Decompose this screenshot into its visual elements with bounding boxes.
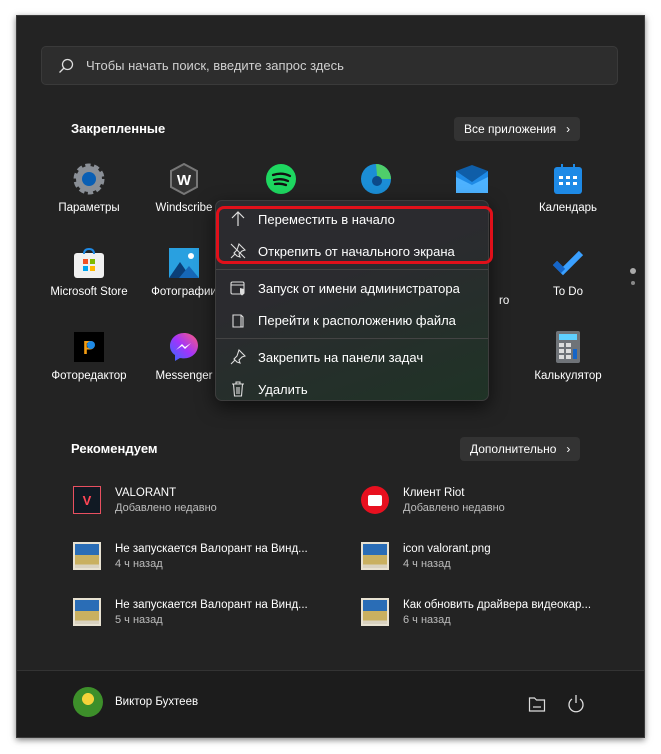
item-time: 4 ч назад [115,557,163,570]
admin-shield-icon [230,281,245,296]
menu-divider [216,269,488,270]
trash-icon [232,381,244,397]
search-input[interactable]: Чтобы начать поиск, введите запрос здесь [41,46,618,85]
pin-icon [230,349,246,365]
item-name: Как обновить драйвера видеокар... [403,598,592,611]
menu-item-uninstall[interactable]: Удалить [216,373,488,405]
settings-gear-icon [72,162,106,196]
app-settings[interactable]: Параметры [41,162,137,214]
item-name: VALORANT [115,486,177,499]
app-calculator[interactable]: Калькулятор [520,330,616,382]
todo-icon [551,246,585,280]
search-icon [59,58,74,73]
app-label: Календарь [538,202,598,214]
menu-item-label: Перейти к расположению файла [258,312,456,328]
item-time: 4 ч назад [403,557,451,570]
menu-divider [216,338,488,339]
app-todo[interactable]: To Do [520,246,616,298]
app-label: Фоторедактор [51,370,127,382]
item-time: Добавлено недавно [115,501,217,514]
edge-icon [359,162,393,196]
pinned-title: Закрепленные [71,121,166,136]
all-apps-label: Все приложения [464,122,557,136]
avatar [73,687,103,717]
item-time: Добавлено недавно [403,501,505,514]
footer: Виктор Бухтеев [17,670,644,737]
power-icon[interactable] [567,694,585,714]
windscribe-icon: W [167,162,201,196]
photos-icon [167,246,201,280]
messenger-icon [167,330,201,364]
image-file-icon [361,542,389,570]
item-name: Клиент Riot [403,486,465,499]
item-name: Не запускается Валорант на Винд... [115,542,308,555]
menu-item-run-as-admin[interactable]: Запуск от имени администратора [216,272,488,304]
photo-editor-icon: P [72,330,106,364]
all-apps-button[interactable]: Все приложения › [454,117,581,141]
app-label: Калькулятор [534,370,602,382]
svg-text:W: W [177,172,192,189]
item-time: 5 ч назад [115,613,163,626]
app-edge[interactable] [328,162,424,202]
image-file-icon [73,598,101,626]
app-mail[interactable] [424,162,520,202]
image-file-icon [73,542,101,570]
highlight-annotation [216,206,493,264]
image-file-icon [361,598,389,626]
mail-icon [455,162,489,196]
app-photo-editor[interactable]: P Фоторедактор [41,330,137,382]
app-calendar[interactable]: Календарь [520,162,616,214]
menu-item-pin-taskbar[interactable]: Закрепить на панели задач [216,341,488,373]
menu-item-label: Удалить [258,381,308,397]
recommended-item[interactable]: V VALORANT Добавлено недавно [73,486,217,514]
page-indicator[interactable] [630,268,636,285]
app-microsoft-store[interactable]: Microsoft Store [41,246,137,298]
chevron-right-icon: › [566,122,571,136]
item-name: Не запускается Валорант на Винд... [115,598,308,611]
recommended-title: Рекомендуем [71,441,158,456]
recommended-item[interactable]: Не запускается Валорант на Винд... 4 ч на… [73,542,308,570]
user-name: Виктор Бухтеев [115,696,199,708]
calendar-icon [551,162,585,196]
spotify-icon [264,162,298,196]
more-label: Дополнительно [470,442,557,456]
item-name: icon valorant.png [403,542,491,555]
calculator-icon [551,330,585,364]
user-button[interactable]: Виктор Бухтеев [73,687,198,717]
recommended-item[interactable]: icon valorant.png 4 ч назад [361,542,491,570]
recommended-item[interactable]: Клиент Riot Добавлено недавно [361,486,505,514]
file-location-icon [232,314,244,328]
app-label: Параметры [58,202,120,214]
file-explorer-icon[interactable] [528,695,546,713]
menu-item-open-file-location[interactable]: Перейти к расположению файла [216,304,488,336]
riot-icon [361,486,389,514]
recommended-item[interactable]: Как обновить драйвера видеокар... 6 ч наз… [361,598,591,626]
app-label: Microsoft Store [50,286,128,298]
app-spotify[interactable] [233,162,329,202]
search-placeholder: Чтобы начать поиск, введите запрос здесь [86,58,344,73]
menu-item-label: Запуск от имени администратора [258,280,460,296]
item-time: 6 ч назад [403,613,451,626]
app-label: To Do [552,286,584,298]
more-button[interactable]: Дополнительно › [460,437,581,461]
valorant-icon: V [73,486,101,514]
chevron-right-icon: › [566,442,571,456]
recommended-item[interactable]: Не запускается Валорант на Винд... 5 ч на… [73,598,308,626]
menu-item-label: Закрепить на панели задач [258,349,424,365]
store-icon [72,246,106,280]
